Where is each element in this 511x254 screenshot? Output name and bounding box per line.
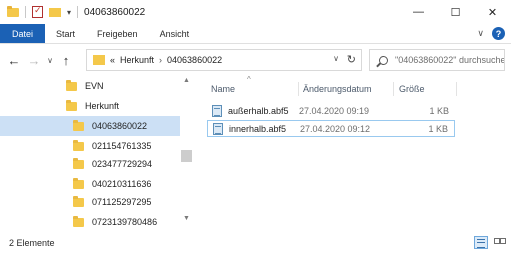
breadcrumb-separator[interactable]: › bbox=[159, 55, 162, 65]
scroll-up-arrow-icon[interactable]: ▲ bbox=[183, 77, 190, 84]
tree-item-023477729294[interactable]: 023477729294 bbox=[73, 154, 180, 174]
tree-item-evn[interactable]: EVN bbox=[66, 76, 180, 96]
tree-item-label: 04063860022 bbox=[92, 121, 148, 131]
folder-icon bbox=[73, 177, 84, 189]
title-bar: ▾ 04063860022 — ☐ ✕ bbox=[0, 0, 511, 24]
back-button[interactable]: ← bbox=[4, 53, 24, 68]
separator bbox=[25, 6, 26, 18]
tree-item-label: EVN bbox=[85, 81, 104, 91]
folder-icon bbox=[73, 139, 84, 151]
search-icon bbox=[379, 55, 388, 65]
folder-icon bbox=[66, 99, 77, 111]
tab-freigeben[interactable]: Freigeben bbox=[86, 24, 149, 43]
tree-item-040210311636[interactable]: 040210311636 bbox=[73, 174, 180, 194]
tree-item-label: 071125297295 bbox=[92, 197, 152, 207]
folder-icon bbox=[93, 55, 105, 65]
scrollbar-thumb[interactable] bbox=[181, 150, 192, 162]
column-header-date[interactable]: Änderungsdatum bbox=[301, 82, 394, 96]
close-button[interactable]: ✕ bbox=[474, 0, 511, 24]
file-name: außerhalb.abf5 bbox=[228, 105, 289, 116]
tree-item-herkunft[interactable]: Herkunft bbox=[66, 96, 180, 116]
tree-item-04063860022[interactable]: 04063860022 bbox=[0, 116, 180, 136]
properties-icon[interactable] bbox=[32, 5, 43, 18]
separator bbox=[77, 6, 79, 18]
folder-icon bbox=[73, 157, 84, 169]
file-icon bbox=[213, 122, 223, 135]
address-bar[interactable]: « Herkunft › 04063860022 ∨ ↻ bbox=[86, 49, 362, 71]
file-row-ausserhalb[interactable]: außerhalb.abf5 27.04.2020 09:19 1 KB bbox=[207, 102, 455, 119]
vertical-scrollbar[interactable]: ▲ ▼ bbox=[180, 75, 193, 227]
file-size: 1 KB bbox=[428, 123, 448, 134]
tree-item-071125297295[interactable]: 071125297295 bbox=[73, 192, 180, 212]
search-box[interactable]: "04063860022" durchsuchen bbox=[369, 49, 505, 71]
customize-toolbar-chevron-down-icon[interactable]: ▾ bbox=[67, 8, 71, 17]
maximize-button[interactable]: ☐ bbox=[437, 0, 474, 24]
status-bar: 2 Elemente bbox=[0, 231, 511, 254]
file-row-innerhalb[interactable]: innerhalb.abf5 27.04.2020 09:12 1 KB bbox=[207, 120, 455, 137]
details-view-icon[interactable] bbox=[474, 236, 488, 249]
address-dropdown-chevron-icon[interactable]: ∨ bbox=[333, 54, 339, 63]
file-size: 1 KB bbox=[429, 105, 449, 116]
folder-icon bbox=[7, 5, 19, 17]
column-header-name[interactable]: Name bbox=[209, 82, 299, 96]
scroll-down-arrow-icon[interactable]: ▼ bbox=[183, 215, 190, 222]
folder-icon bbox=[73, 119, 84, 131]
tree-item-label: 040210311636 bbox=[92, 179, 152, 189]
expand-ribbon-chevron-icon[interactable]: ∨ bbox=[477, 28, 484, 39]
large-icons-view-icon[interactable] bbox=[493, 236, 506, 249]
minimize-button[interactable]: — bbox=[400, 0, 437, 24]
tree-item-label: 0723139780486 bbox=[92, 217, 158, 227]
column-header-size[interactable]: Größe bbox=[397, 82, 457, 96]
ribbon-tabs: Datei Start Freigeben Ansicht ∨ ? bbox=[0, 24, 511, 44]
search-input[interactable]: "04063860022" durchsuchen bbox=[395, 55, 504, 65]
new-folder-icon[interactable] bbox=[49, 7, 61, 17]
tree-item-label: 021154761335 bbox=[92, 141, 152, 151]
file-date: 27.04.2020 09:12 bbox=[300, 123, 371, 134]
file-icon bbox=[212, 104, 222, 117]
tree-item-label: Herkunft bbox=[85, 101, 120, 111]
breadcrumb-herkunft[interactable]: Herkunft bbox=[120, 55, 154, 65]
tab-ansicht[interactable]: Ansicht bbox=[149, 24, 201, 43]
file-name: innerhalb.abf5 bbox=[229, 123, 287, 134]
file-date: 27.04.2020 09:19 bbox=[299, 105, 370, 116]
tab-datei[interactable]: Datei bbox=[0, 24, 46, 43]
item-count: 2 Elemente bbox=[9, 238, 55, 248]
forward-button[interactable]: → bbox=[24, 53, 44, 68]
recent-locations-chevron-icon[interactable]: ∨ bbox=[44, 56, 56, 65]
navigation-bar: ← → ∨ ↑ « Herkunft › 04063860022 ∨ ↻ "04… bbox=[0, 45, 511, 75]
ribbon-right-controls: ∨ ? bbox=[477, 27, 505, 40]
folder-icon bbox=[66, 79, 77, 91]
folder-icon bbox=[73, 195, 84, 207]
tree-item-0723139780486[interactable]: 0723139780486 bbox=[73, 212, 180, 232]
tree-item-021154761335[interactable]: 021154761335 bbox=[73, 136, 180, 156]
navigation-pane: EVN Herkunft 04063860022 021154761335 02… bbox=[0, 75, 193, 227]
help-icon[interactable]: ? bbox=[492, 27, 505, 40]
address-overflow[interactable]: « bbox=[110, 55, 115, 65]
refresh-icon[interactable]: ↻ bbox=[347, 53, 356, 66]
window-title: 04063860022 bbox=[84, 6, 146, 18]
breadcrumb-current[interactable]: 04063860022 bbox=[167, 55, 222, 65]
folder-icon bbox=[73, 215, 84, 227]
quick-access-toolbar: ▾ 04063860022 bbox=[0, 5, 146, 18]
tree-item-label: 023477729294 bbox=[92, 159, 153, 169]
window-controls: — ☐ ✕ bbox=[400, 0, 511, 24]
up-button[interactable]: ↑ bbox=[56, 53, 76, 68]
tab-start[interactable]: Start bbox=[45, 24, 86, 43]
